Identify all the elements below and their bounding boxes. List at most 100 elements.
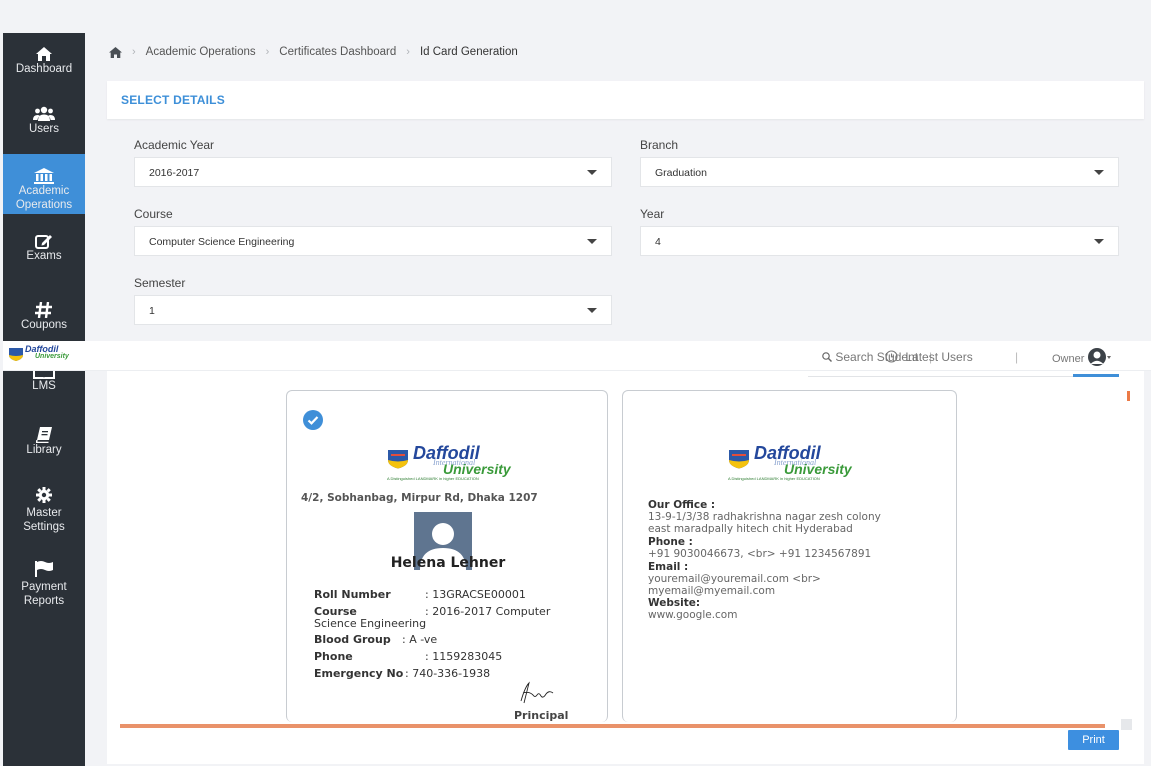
logo-univ: University (784, 461, 852, 477)
sidebar-item-label-2: Reports (23, 595, 65, 607)
academic-year-label: Academic Year (134, 138, 215, 152)
university-logo: Daffodil International University A Dist… (387, 443, 517, 483)
sidebar-item-label: Exams (26, 250, 62, 262)
sidebar-item-label: Payment (21, 581, 67, 593)
caret-down-icon (587, 170, 597, 175)
phone-label: Phone : (648, 536, 693, 548)
bank-icon (34, 168, 54, 184)
sidebar-item-academic-operations[interactable]: Academic Operations (3, 154, 85, 214)
owner-label: Owner (1052, 353, 1085, 365)
sidebar-item-coupons[interactable]: Coupons (3, 290, 85, 340)
clock-icon (885, 350, 898, 363)
branch-select[interactable]: Graduation (640, 157, 1119, 187)
semester-select[interactable]: 1 (134, 295, 612, 325)
header-overlay: Daffodil University Search Student | Lat… (3, 341, 1151, 371)
crest-icon (388, 450, 408, 469)
roll-value: : 13GRACSE00001 (425, 588, 526, 601)
breadcrumb: › Academic Operations › Certificates Das… (109, 46, 518, 58)
home-icon[interactable] (109, 46, 122, 58)
website-label: Website: (648, 597, 701, 609)
course-select[interactable]: Computer Science Engineering (134, 226, 612, 256)
card-address: 4/2, Sobhanbag, Mirpur Rd, Dhaka 1207 (301, 492, 538, 504)
crest-icon (729, 450, 749, 469)
edit-icon (35, 235, 52, 249)
sidebar-item-label-2: Settings (23, 521, 65, 533)
scrollbar-corner[interactable] (1121, 719, 1132, 730)
gear-icon (36, 487, 52, 503)
emergency-value: : 740-336-1938 (405, 667, 491, 680)
hash-icon (35, 302, 52, 318)
sidebar-item-label: Users (28, 123, 60, 135)
academic-year-value: 2016-2017 (149, 167, 200, 179)
email-line-2: myemail@myemail.com (648, 585, 776, 597)
sidebar-item-lms[interactable]: LMS (3, 371, 85, 401)
course-value: : 2016-2017 Computer (425, 605, 551, 618)
sidebar-item-users[interactable]: Users (3, 93, 85, 151)
check-circle-icon[interactable] (302, 409, 324, 431)
users-icon (33, 106, 55, 121)
select-details-panel: SELECT DETAILS (107, 81, 1144, 119)
sidebar-item-label: Academic (18, 185, 70, 197)
chevron-right-icon: › (265, 46, 270, 58)
course-label: Course (134, 207, 173, 221)
sidebar-item-master-settings[interactable]: Master Settings (3, 485, 85, 545)
breadcrumb-academic-operations[interactable]: Academic Operations (146, 46, 256, 58)
latest-users-link[interactable]: Latest Users (885, 350, 973, 364)
latest-users-label: Latest Users (905, 350, 973, 364)
semester-value: 1 (149, 305, 155, 317)
branch-value: Graduation (655, 167, 707, 179)
phone-value: : 1159283045 (425, 650, 503, 663)
logo-tagline: A Distinguished LANDMARK in higher EDUCA… (728, 476, 820, 481)
search-icon (822, 352, 832, 362)
university-logo: Daffodil International University A Dist… (728, 443, 858, 483)
sidebar-item-label: Dashboard (15, 63, 73, 75)
logo-univ: University (443, 461, 511, 477)
roll-label: Roll Number (314, 588, 391, 601)
sidebar-item-label: Master (26, 507, 62, 519)
sidebar-item-dashboard[interactable]: Dashboard (3, 33, 85, 91)
crest-icon (9, 348, 23, 361)
sidebar-item-label: Coupons (20, 319, 68, 331)
course-value: Computer Science Engineering (149, 236, 295, 248)
sidebar-item-exams[interactable]: Exams (3, 223, 85, 278)
top-strip (0, 0, 1151, 32)
sidebar-item-label: LMS (32, 380, 56, 392)
owner-menu[interactable]: Owner (1052, 348, 1112, 369)
book-icon (33, 371, 55, 379)
logo-tagline: A Distinguished LANDMARK in higher EDUCA… (387, 476, 479, 481)
print-button[interactable]: Print (1068, 730, 1119, 750)
avatar-icon (1087, 348, 1111, 366)
caret-down-icon (587, 239, 597, 244)
sidebar-item-library[interactable]: Library (3, 423, 85, 473)
sidebar-item-payment-reports[interactable]: Payment Reports (3, 557, 85, 617)
book-icon (36, 427, 52, 443)
year-select[interactable]: 4 (640, 226, 1119, 256)
header-logo-sub: University (35, 353, 69, 360)
tab-active-indicator (1073, 374, 1119, 377)
id-card-front[interactable]: Daffodil International University A Dist… (286, 390, 608, 722)
panel-title: SELECT DETAILS (121, 93, 225, 107)
office-line-1: 13-9-1/3/38 radhakrishna nagar zesh colo… (648, 511, 881, 523)
blood-group-label: Blood Group (314, 633, 391, 646)
chevron-right-icon: › (132, 46, 136, 58)
breadcrumb-current: Id Card Generation (419, 46, 518, 58)
home-icon (36, 47, 52, 61)
sidebar: Dashboard Users Academic Operations Exam… (3, 33, 85, 766)
breadcrumb-certificates-dashboard[interactable]: Certificates Dashboard (279, 46, 396, 58)
website-value: www.google.com (648, 609, 738, 621)
principal-label: Principal (514, 709, 569, 722)
student-name: Helena Lehner (390, 555, 506, 571)
academic-year-select[interactable]: 2016-2017 (134, 157, 612, 187)
office-label: Our Office : (648, 499, 716, 511)
caret-down-icon (1094, 239, 1104, 244)
year-label: Year (640, 207, 665, 221)
caret-down-icon (1094, 170, 1104, 175)
caret-down-icon (587, 308, 597, 313)
emergency-label: Emergency No (314, 667, 404, 680)
course-value-line2: Science Engineering (314, 617, 427, 630)
sidebar-item-label-2: Operations (15, 199, 73, 211)
phone-label: Phone (314, 650, 353, 663)
id-card-back[interactable]: Daffodil International University A Dist… (622, 390, 957, 722)
scroll-marker (1127, 391, 1130, 401)
chevron-right-icon: › (406, 46, 410, 58)
